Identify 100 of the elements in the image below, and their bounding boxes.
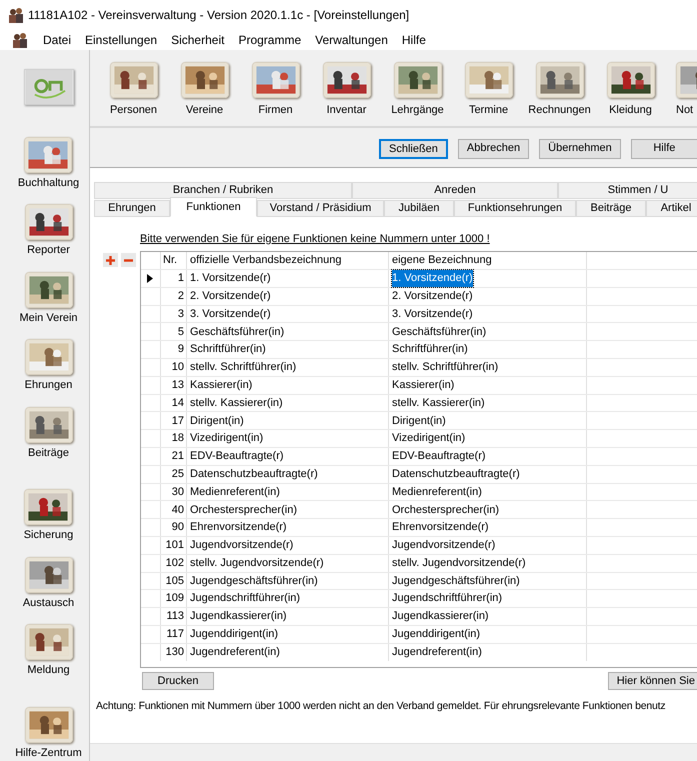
column-header: Nr. [161,252,187,269]
tab[interactable]: Branchen / Rubriken [94,182,352,199]
table-cell[interactable]: Ehrenvorsitzende(r) [392,519,489,536]
sidebar-item[interactable]: Sicherung [24,527,74,544]
plus-icon [106,256,115,264]
table-cell: 9 [161,341,187,358]
table-cell[interactable]: Jugenddirigent(in) [392,626,480,643]
table-cell[interactable]: Jugendreferent(in) [392,644,482,660]
toolbar-button[interactable]: Personen [110,102,158,118]
table-cell: 117 [161,626,187,643]
sidebar-item[interactable]: Buchhaltung [18,174,80,191]
table-cell[interactable]: Datenschutzbeauftragte(r) [392,466,520,482]
action-button[interactable]: Übernehmen [539,138,621,158]
table-cell[interactable]: Dirigent(in) [392,412,446,430]
table-cell[interactable]: Jugendkassierer(in) [392,608,489,625]
table-cell: 113 [161,608,187,625]
menu-item[interactable]: Hilfe [394,31,433,49]
column-header: offizielle Verbandsbezeichnung [187,252,389,269]
table-cell: 105 [161,572,187,590]
sidebar-item[interactable]: Mein Verein [19,310,78,326]
table-cell[interactable]: Orchestersprecher(in) [392,502,499,518]
table-cell: Schriftführer(in) [187,341,389,358]
table-cell: 18 [161,430,187,447]
table-cell: 101 [161,536,187,554]
print-button[interactable]: Drucken [142,672,214,690]
table-cell: 1 [161,270,187,287]
toolbar-button[interactable]: Lehrgänge [391,102,444,118]
sidebar-item[interactable]: Reporter [27,242,70,258]
table-cell: Kassierer(in) [187,376,389,394]
table-cell[interactable]: Jugendvorsitzende(r) [392,537,496,554]
tab[interactable]: Funktionen [170,197,257,217]
table-cell: Jugenddirigent(in) [187,626,389,643]
action-button[interactable]: Hier können Sie [608,672,697,690]
table-cell: stellv. Schriftführer(in) [187,358,389,376]
tab[interactable]: Stimmen / U [558,182,697,199]
tab[interactable]: Vorstand / Präsidium [257,200,384,217]
tab[interactable]: Funktionsehrungen [454,200,576,217]
sidebar-item[interactable]: Meldung [27,662,70,678]
table-cell: EDV-Beauftragte(r) [187,448,389,465]
logo-icon[interactable] [24,69,74,106]
table-cell: 90 [161,519,187,536]
table-cell: 102 [161,554,187,572]
toolbar-button[interactable]: Inventar [326,102,366,118]
table-cell[interactable]: 3. Vorsitzende(r) [392,306,473,322]
toolbar-button[interactable]: Kleidung [609,102,652,118]
window-title: 11181A102 - Vereinsverwaltung - Version 2020.1.1c - [Voreinstellungen] [28,7,410,24]
toolbar-button[interactable]: Vereine [186,102,224,118]
people-icon [12,32,28,48]
tab[interactable]: Jubiläen [384,200,454,217]
tab[interactable]: Ehrungen [94,200,170,217]
notice-text: Achtung: Funktionen mit Nummern über 1000 werden nicht an den Verband gemeldet. Für ehrungsrelevante Funktionen benutz [96,700,666,712]
table-cell: Jugendvorsitzende(r) [187,536,389,554]
sidebar-item[interactable]: Hilfe-Zentrum [15,744,82,761]
table-cell: Medienreferent(in) [187,484,389,500]
toolbar-button[interactable]: Rechnungen [528,102,591,118]
table-cell: 14 [161,394,187,412]
menu-item[interactable]: Verwaltungen [308,31,395,49]
table-cell: Orchestersprecher(in) [187,501,389,518]
table-cell: Jugendreferent(in) [187,644,389,661]
table-cell: 3. Vorsitzende(r) [187,306,389,322]
table-cell[interactable]: 2. Vorsitzende(r) [392,288,473,304]
toolbar-button[interactable]: Not [676,102,694,118]
hint-text: Bitte verwenden Sie für eigene Funktionen keine Nummern unter 1000 ! [140,233,490,245]
menu-item[interactable]: Sicherheit [164,31,232,49]
table-cell: 130 [161,644,187,661]
table-cell[interactable]: Jugendschriftführer(in) [392,590,502,607]
table-cell[interactable]: Medienreferent(in) [392,484,482,500]
tab[interactable]: Artikel [646,200,697,217]
toolbar-button[interactable]: Firmen [258,102,293,118]
table-cell[interactable]: stellv. Schriftführer(in) [392,359,498,376]
table-cell[interactable]: EDV-Beauftragte(r) [392,448,486,465]
action-button[interactable]: Hilfe [630,138,697,158]
sidebar-item[interactable]: Austausch [22,594,74,611]
table-cell: 5 [161,323,187,340]
action-button[interactable]: Schließen [379,138,448,158]
menu-item[interactable]: Einstellungen [78,31,164,49]
menu-item[interactable]: Datei [36,31,78,49]
table-cell: 2. Vorsitzende(r) [187,288,389,305]
table-cell[interactable]: stellv. Kassierer(in) [392,394,485,412]
sidebar-item[interactable]: Ehrungen [24,377,72,394]
table-cell: Vizedirigent(in) [187,430,389,447]
table-cell[interactable]: Geschäftsführer(in) [392,324,486,340]
add-button[interactable] [103,253,118,267]
remove-button[interactable] [121,253,136,267]
table-cell[interactable]: stellv. Jugendvorsitzende(r) [392,554,526,572]
table-cell[interactable]: Vizedirigent(in) [392,430,466,447]
tab[interactable]: Anreden [352,182,558,199]
toolbar-button[interactable]: Termine [468,102,508,118]
table-cell: stellv. Kassierer(in) [187,394,389,412]
table-cell: Jugendgeschäftsführer(in) [187,572,389,590]
table-cell[interactable]: 1. Vorsitzende(r) [392,270,473,287]
table-cell: Jugendkassierer(in) [187,608,389,625]
table-cell: 17 [161,412,187,430]
table-cell[interactable]: Schriftführer(in) [392,341,468,358]
table-cell[interactable]: Jugendgeschäftsführer(in) [392,572,520,590]
tab[interactable]: Beiträge [576,200,646,217]
table-cell[interactable]: Kassierer(in) [392,376,454,394]
menu-item[interactable]: Programme [231,31,308,49]
action-button[interactable]: Abbrechen [458,138,530,158]
sidebar-item[interactable]: Beiträge [28,444,69,461]
